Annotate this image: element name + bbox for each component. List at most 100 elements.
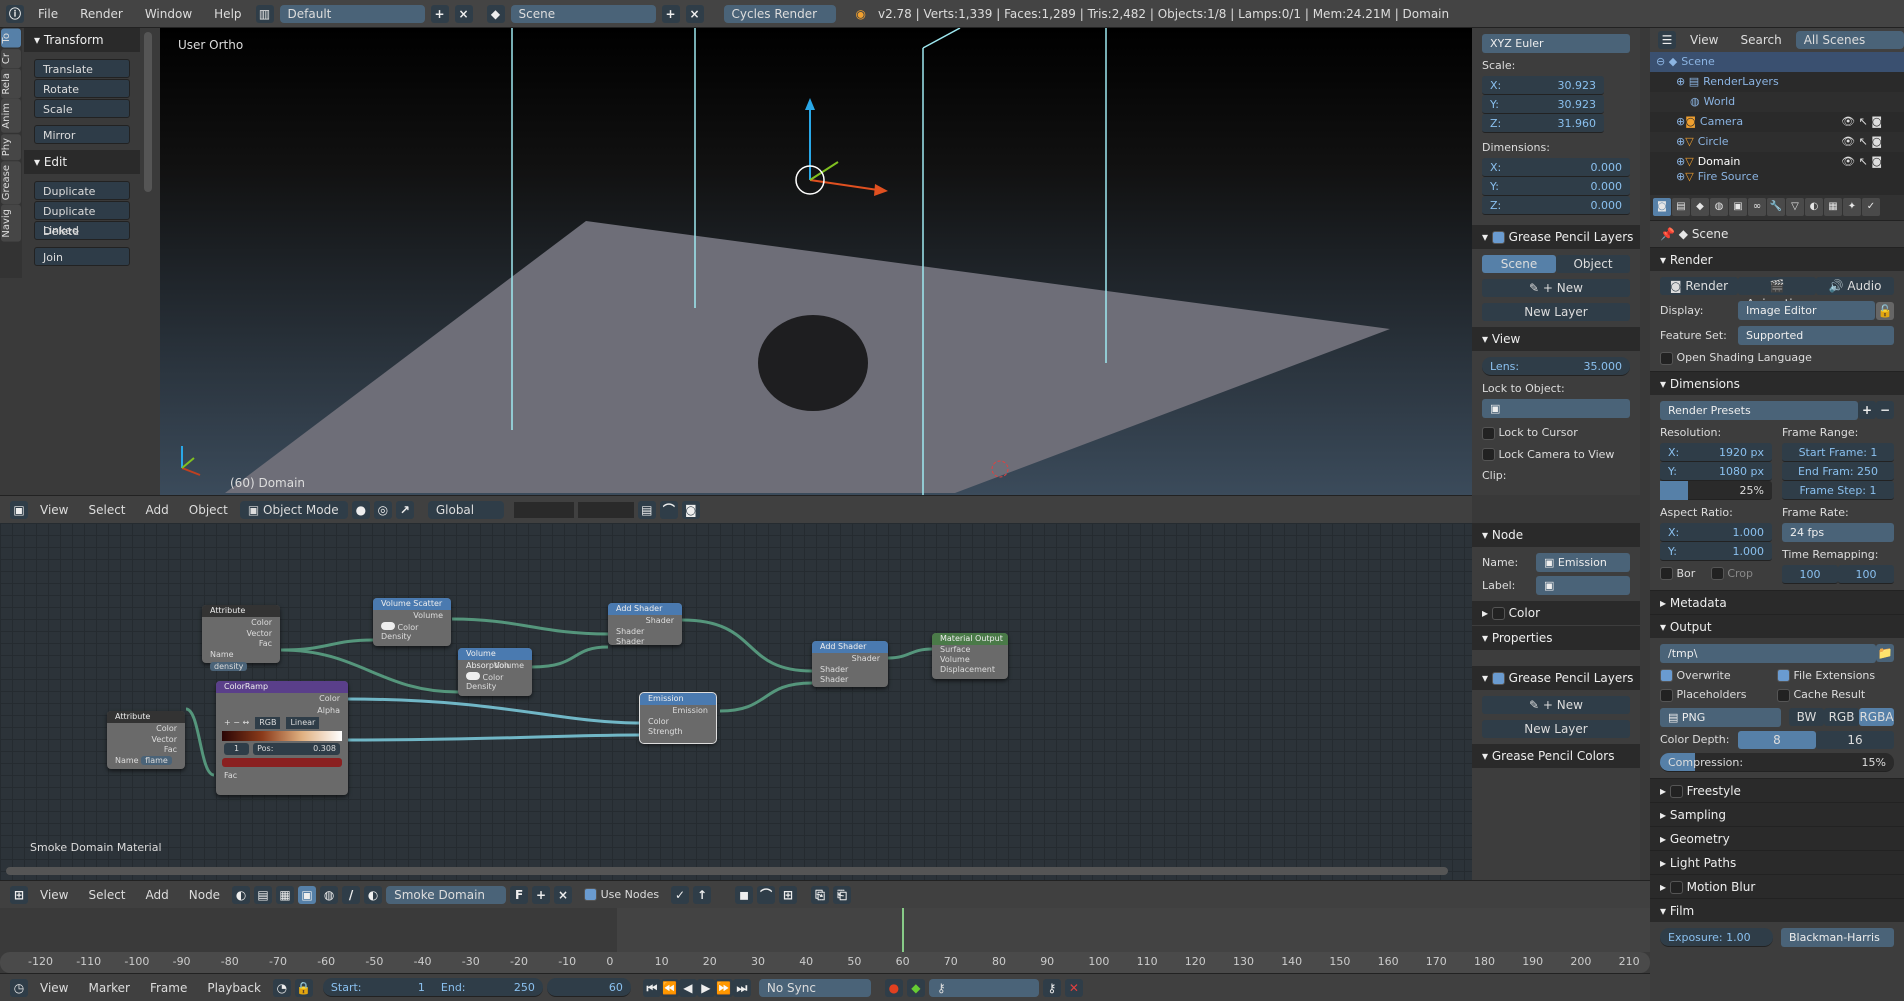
menu-view[interactable]: View xyxy=(32,888,76,902)
layers-grid[interactable] xyxy=(513,501,574,518)
delete-keyframe-button[interactable]: ✕ xyxy=(1064,978,1083,997)
compositing-nodes-icon[interactable]: ▤ xyxy=(254,885,273,904)
view-panel-header[interactable]: ▾ View xyxy=(1472,327,1640,351)
physics-tab-icon[interactable]: ✓ xyxy=(1862,198,1880,216)
properties-panel-header[interactable]: ▾ Properties xyxy=(1472,626,1640,650)
render-layers-tab-icon[interactable]: ▤ xyxy=(1672,198,1690,216)
color-mode-rgba[interactable]: RGBA xyxy=(1859,707,1894,726)
menu-search[interactable]: Search xyxy=(1732,33,1789,47)
browse-folder-icon[interactable]: 📁 xyxy=(1876,643,1894,662)
color-depth-16[interactable]: 16 xyxy=(1816,730,1894,749)
mode-dropdown[interactable]: ▣ Object Mode xyxy=(239,500,348,519)
keying-set-field[interactable]: ⚷ xyxy=(928,978,1039,997)
menu-select[interactable]: Select xyxy=(80,888,133,902)
volume-absorption-node[interactable]: Volume Absorption Volume Color Density xyxy=(458,648,532,696)
color-mode-bw[interactable]: BW xyxy=(1789,707,1824,726)
remove-preset-button[interactable]: − xyxy=(1876,400,1894,419)
duplicate-linked-button[interactable]: Duplicate Linked xyxy=(34,201,130,237)
layers-grid-2[interactable] xyxy=(577,501,634,518)
insert-keyframe-button[interactable]: ⚷ xyxy=(1042,978,1061,997)
node-editor[interactable]: Attribute Color Vector Fac Name density … xyxy=(0,523,1472,880)
metadata-panel-header[interactable]: ▸ Metadata xyxy=(1650,589,1904,614)
resolution-y-field[interactable]: Y: 1080 px xyxy=(1660,461,1772,481)
tab-grease-pencil[interactable]: Grease xyxy=(1,161,21,205)
x-gizmo-arrow[interactable] xyxy=(874,184,888,196)
lock-range-icon[interactable]: 🔒 xyxy=(294,978,313,997)
gp-colors-header[interactable]: ▾ Grease Pencil Colors xyxy=(1472,744,1640,768)
data-tab-icon[interactable]: ▽ xyxy=(1786,198,1804,216)
scene-field[interactable]: Scene xyxy=(510,4,656,23)
remove-layout-button[interactable]: × xyxy=(454,4,473,23)
lock-to-cursor-checkbox[interactable]: Lock to Cursor xyxy=(1482,426,1630,440)
outliner-item-camera[interactable]: ⊕ ◙ Camera 👁 ↖ ◙ xyxy=(1650,112,1904,132)
start-frame-field[interactable]: Start: 1 xyxy=(322,978,433,997)
info-editor-icon[interactable]: ⓘ xyxy=(6,4,24,23)
render-panel-header[interactable]: ▾ Render xyxy=(1650,247,1904,271)
screen-layout-field[interactable]: Default xyxy=(279,4,425,23)
color-panel-header[interactable]: ▸ Color xyxy=(1472,601,1640,625)
transform-panel-header[interactable]: ▾ Transform xyxy=(24,28,140,52)
freestyle-panel-header[interactable]: ▸ Freestyle xyxy=(1650,777,1904,802)
material-tab-icon[interactable]: ◐ xyxy=(1805,198,1823,216)
material-name-field[interactable]: Smoke Domain Mat... xyxy=(386,885,507,920)
z-gizmo-arrow[interactable] xyxy=(805,98,815,110)
menu-view[interactable]: View xyxy=(1682,33,1726,47)
tab-relations[interactable]: Rela xyxy=(1,68,21,99)
file-extensions-checkbox[interactable]: File Extensions xyxy=(1777,669,1894,682)
jump-end-button[interactable]: ⏭ xyxy=(732,978,751,997)
use-nodes-checkbox[interactable]: Use Nodes xyxy=(584,888,659,902)
shading-icon[interactable]: ● xyxy=(351,500,370,519)
end-frame-field[interactable]: End: 250 xyxy=(432,978,543,997)
osl-checkbox[interactable]: Open Shading Language xyxy=(1660,351,1894,365)
audio-button[interactable]: 🔊 Audio xyxy=(1816,277,1894,295)
menu-playback[interactable]: Playback xyxy=(199,981,269,995)
menu-frame[interactable]: Frame xyxy=(142,981,195,995)
aspect-x-field[interactable]: X: 1.000 xyxy=(1660,522,1772,542)
lock-camera-checkbox[interactable]: Lock Camera to View xyxy=(1482,448,1630,461)
aspect-y-field[interactable]: Y: 1.000 xyxy=(1660,541,1772,561)
output-path-field[interactable]: /tmp\ xyxy=(1660,643,1876,663)
render-button[interactable]: ◙ Render xyxy=(1660,277,1738,295)
dimension-z-field[interactable]: Z: 0.000 xyxy=(1482,196,1630,215)
constraints-tab-icon[interactable]: ∞ xyxy=(1748,198,1766,216)
outliner-type-icon[interactable]: ☰ xyxy=(1658,31,1676,49)
backdrop-icon[interactable]: ◼ xyxy=(735,885,754,904)
join-button[interactable]: Join xyxy=(34,247,130,266)
record-button[interactable]: ● xyxy=(884,978,903,997)
editor-type-icon[interactable]: ⊞ xyxy=(10,885,28,904)
prev-keyframe-button[interactable]: ⏪ xyxy=(660,978,679,997)
scene-tab-icon[interactable]: ◆ xyxy=(1691,198,1709,216)
lock-interface-icon[interactable]: 🔓 xyxy=(1876,301,1894,320)
stop-position-field[interactable]: Pos: 0.308 xyxy=(253,743,340,755)
particles-tab-icon[interactable]: ✦ xyxy=(1843,198,1861,216)
play-button[interactable]: ▶ xyxy=(696,978,715,997)
frame-rate-dropdown[interactable]: 24 fps xyxy=(1782,522,1894,542)
tab-navigation[interactable]: Navig xyxy=(1,205,21,243)
colorramp-node[interactable]: ColorRamp Color Alpha + − ↔ RGB Linear 1P… xyxy=(216,681,348,795)
interpolation-dropdown[interactable]: Linear xyxy=(286,717,320,729)
menu-view[interactable]: View xyxy=(32,503,76,517)
delete-button[interactable]: Delete xyxy=(34,221,130,240)
add-shader-node-1[interactable]: Add Shader Shader Shader Shader xyxy=(608,603,682,646)
animation-button[interactable]: 🎬 Animation xyxy=(1738,277,1816,311)
dimensions-panel-header[interactable]: ▾ Dimensions xyxy=(1650,370,1904,395)
render-still-icon[interactable]: ◙ xyxy=(681,500,700,519)
tab-animation[interactable]: Anim xyxy=(1,99,21,133)
edit-panel-header[interactable]: ▾ Edit xyxy=(24,150,140,174)
menu-node[interactable]: Node xyxy=(181,888,228,902)
tab-create[interactable]: Cr xyxy=(1,48,21,68)
mirror-button[interactable]: Mirror xyxy=(34,125,130,144)
parent-tree-icon[interactable]: ↑ xyxy=(693,885,712,904)
world-shader-icon[interactable]: ◍ xyxy=(320,885,339,904)
file-format-dropdown[interactable]: ▤ PNG xyxy=(1660,707,1781,727)
attribute-name-field[interactable]: flame xyxy=(141,756,172,765)
scale-y-field[interactable]: Y: 30.923 xyxy=(1482,95,1604,114)
add-preset-button[interactable]: + xyxy=(1858,400,1876,419)
timeline[interactable]: -120 -110 -100 -90 -80 -70 -60 -50 -40 -30 -20 -10 0… xyxy=(0,908,1650,973)
attribute-name-field[interactable]: density xyxy=(210,662,248,671)
menu-add[interactable]: Add xyxy=(138,888,177,902)
manipulator-icon[interactable]: ↗ xyxy=(395,500,414,519)
stop-index-field[interactable]: 1 xyxy=(224,743,250,755)
gp-object-toggle[interactable]: Object xyxy=(1556,255,1630,273)
render-preview-icon[interactable]: ▤ xyxy=(637,500,656,519)
